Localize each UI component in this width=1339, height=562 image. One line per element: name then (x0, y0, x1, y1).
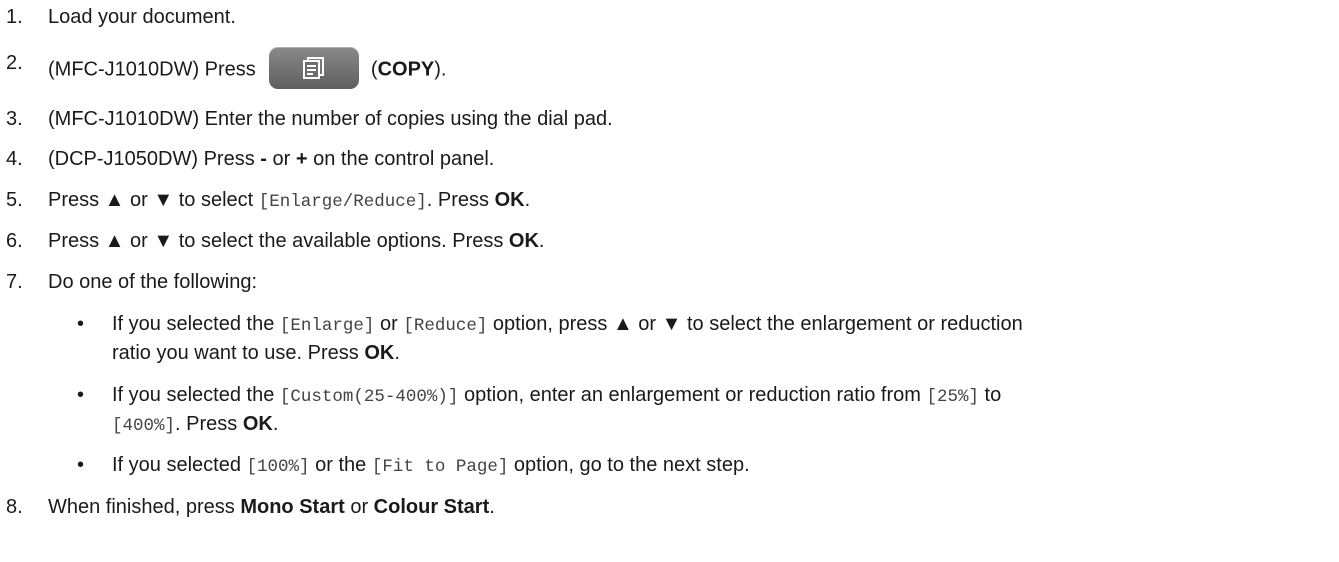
step-number: 8. (6, 496, 23, 518)
menu-option-text: [Enlarge] (279, 316, 375, 336)
bold-text: OK (242, 413, 273, 435)
step-number: 6. (6, 230, 23, 252)
copy-icon (303, 57, 325, 79)
text: If you selected (112, 454, 247, 476)
text: ( (365, 58, 378, 81)
text: option, enter an enlargement or reductio… (458, 384, 927, 406)
text: (MFC-J1010DW) Enter the number of copies… (48, 108, 613, 130)
bold-text: Colour Start (373, 496, 490, 518)
step-text: Load your document. (48, 3, 236, 31)
text: ). (434, 58, 447, 81)
menu-option-text: [400%] (112, 416, 176, 436)
menu-option-text: [Fit to Page] (371, 457, 509, 477)
text: option, press ▲ or ▼ to select the enlar… (487, 313, 1023, 335)
text: . (538, 230, 545, 252)
step-number: 1. (6, 6, 23, 28)
text: . (272, 413, 279, 435)
text: or (344, 496, 374, 518)
text: on the control panel. (307, 148, 495, 170)
menu-option-text: [100%] (246, 457, 310, 477)
text: When finished, press (48, 496, 241, 518)
text: Press ▲ or ▼ to select (48, 189, 259, 211)
menu-option-text: [Enlarge/Reduce] (258, 192, 427, 212)
text: or the (309, 454, 372, 476)
text: to (978, 384, 1002, 406)
sub-option-text: If you selected the [Custom(25-400%)] op… (112, 381, 1001, 411)
step-text: When finished, press Mono Start or Colou… (48, 493, 495, 521)
text: (MFC-J1010DW) Press (48, 58, 262, 81)
sub-option-text: [400%]. Press OK. (112, 410, 278, 440)
bullet-marker: • (77, 384, 85, 406)
text: (DCP-J1050DW) Press (48, 148, 261, 170)
sub-option-text: If you selected the [Enlarge] or [Reduce… (112, 310, 1023, 340)
bold-text: Mono Start (240, 496, 345, 518)
bold-text: COPY (377, 58, 435, 81)
text: Load your document. (48, 6, 236, 28)
step-text: (MFC-J1010DW) Enter the number of copies… (48, 105, 613, 133)
step-text: Press ▲ or ▼ to select [Enlarge/Reduce].… (48, 186, 530, 216)
menu-option-text: [Reduce] (403, 316, 488, 336)
copy-button-image (269, 47, 360, 89)
bold-text: OK (364, 342, 395, 364)
bold-text: + (295, 148, 308, 170)
instruction-page: 1. Load your document. 2. (MFC-J1010DW) Pre… (0, 0, 1339, 562)
step-text: (MFC-J1010DW) Press (COPY). (48, 47, 447, 91)
text: . Press (426, 189, 495, 211)
text: . Press (175, 413, 243, 435)
bullet-marker: • (77, 454, 85, 476)
bold-text: OK (508, 230, 539, 252)
text: . (394, 342, 400, 364)
text: or (266, 148, 296, 170)
step-text: Press ▲ or ▼ to select the available opt… (48, 227, 544, 255)
text: . (524, 189, 531, 211)
step-number: 2. (6, 52, 23, 74)
menu-option-text: [25%] (926, 387, 979, 407)
step-number: 5. (6, 189, 23, 211)
text: option, go to the next step. (508, 454, 750, 476)
bold-text: OK (494, 189, 525, 211)
sub-option-text: If you selected [100%] or the [Fit to Pa… (112, 451, 750, 481)
bold-text: - (260, 148, 267, 170)
step-number: 7. (6, 271, 23, 293)
text: If you selected the (112, 384, 280, 406)
text: or (374, 313, 404, 335)
step-number: 3. (6, 108, 23, 130)
step-text: (DCP-J1050DW) Press - or + on the contro… (48, 145, 494, 173)
sub-option-text: ratio you want to use. Press OK. (112, 339, 400, 367)
text: Press ▲ or ▼ to select the available opt… (48, 230, 509, 252)
step-number: 4. (6, 148, 23, 170)
bullet-marker: • (77, 313, 85, 335)
text: Do one of the following: (48, 271, 258, 293)
step-text: Do one of the following: (48, 268, 257, 296)
text: ratio you want to use. Press (112, 342, 365, 364)
text: If you selected the (112, 313, 280, 335)
menu-option-text: [Custom(25-400%)] (279, 387, 459, 407)
text: . (489, 496, 495, 518)
